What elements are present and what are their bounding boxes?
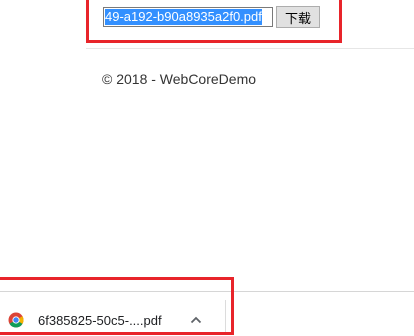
top-highlight-box — [86, 0, 342, 43]
bottom-highlight-box — [0, 277, 234, 335]
footer-divider — [86, 48, 414, 49]
footer-copyright: © 2018 - WebCoreDemo — [102, 71, 257, 87]
